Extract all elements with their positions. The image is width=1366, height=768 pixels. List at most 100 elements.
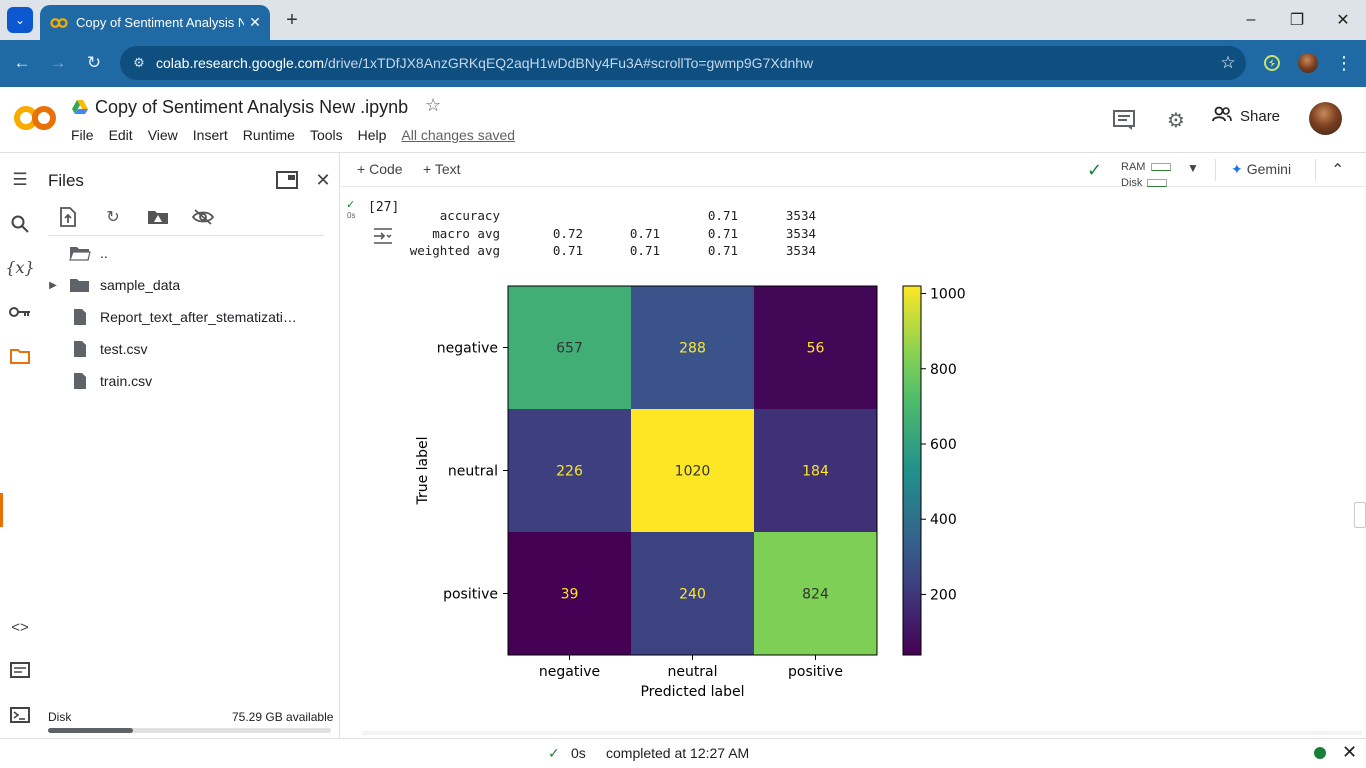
left-rail: ☰ {x} <> xyxy=(0,153,40,738)
colab-logo[interactable] xyxy=(14,105,56,131)
variables-icon[interactable]: {x} xyxy=(5,253,34,281)
share-button[interactable]: Share xyxy=(1212,106,1280,127)
report-row: weighted avg 0.71 0.71 0.71 3534 xyxy=(409,243,816,258)
menu-bar: File Edit View Insert Runtime Tools Help… xyxy=(71,127,530,143)
browser-tab-active[interactable]: Copy of Sentiment Analysis New .ipynb - … xyxy=(40,5,270,40)
cell-value-label: 288 xyxy=(679,341,706,357)
restore-icon[interactable]: ❐ xyxy=(1274,0,1320,40)
settings-gear-icon[interactable]: ⚙ xyxy=(1163,107,1189,133)
file-tree-item[interactable]: test.csv xyxy=(40,335,335,363)
resources-indicator[interactable]: RAM Disk xyxy=(1121,159,1172,191)
colorbar-tick-label: 200 xyxy=(930,587,957,603)
connected-check-icon: ✓ xyxy=(1087,160,1103,180)
cell-value-label: 1020 xyxy=(675,464,711,480)
menu-edit[interactable]: Edit xyxy=(109,127,133,143)
file-tree-item[interactable]: .. xyxy=(40,239,335,267)
report-row: macro avg 0.72 0.71 0.71 3534 xyxy=(432,225,816,241)
toolbar-divider xyxy=(1215,159,1216,181)
menu-file[interactable]: File xyxy=(71,127,94,143)
reload-icon[interactable]: ↻ xyxy=(82,51,106,75)
menu-help[interactable]: Help xyxy=(358,127,387,143)
active-rail-indicator xyxy=(0,493,3,527)
menu-tools[interactable]: Tools xyxy=(310,127,343,143)
file-tree-item[interactable]: ▶ sample_data xyxy=(40,271,335,299)
command-palette-icon[interactable] xyxy=(6,656,34,684)
y-tick-label: negative xyxy=(437,341,498,357)
comments-icon[interactable] xyxy=(1111,107,1137,133)
folder-open-icon xyxy=(66,243,94,263)
folder-icon xyxy=(66,275,94,295)
close-tab-icon[interactable]: ✕ xyxy=(244,14,266,31)
browser-menu-icon[interactable]: ⋮ xyxy=(1332,51,1356,75)
table-of-contents-icon[interactable]: ☰ xyxy=(6,166,34,194)
forward-icon[interactable]: → xyxy=(46,51,70,75)
google-drive-icon[interactable] xyxy=(72,100,88,114)
cell-value-label: 39 xyxy=(561,587,579,603)
code-snippets-icon[interactable]: <> xyxy=(6,613,34,641)
window-close-icon[interactable]: ✕ xyxy=(1320,0,1366,40)
files-actions: ↻ xyxy=(55,205,235,229)
upload-file-icon[interactable] xyxy=(55,205,81,229)
connection-status-dot xyxy=(1314,747,1326,759)
classification-report: accuracy 0.71 3534 macro avg 0.72 0.71 0… xyxy=(403,208,823,261)
colorbar xyxy=(902,285,922,656)
disk-usage-bar xyxy=(48,728,331,733)
bookmark-star-icon[interactable]: ☆ xyxy=(1210,53,1246,73)
notebook-title[interactable]: Copy of Sentiment Analysis New .ipynb xyxy=(95,97,408,118)
file-icon xyxy=(66,371,94,391)
file-icon xyxy=(66,339,94,359)
runtime-dropdown-icon[interactable]: ▼ xyxy=(1187,161,1199,175)
tab-search-button[interactable]: ⌄ xyxy=(7,7,33,33)
menu-runtime[interactable]: Runtime xyxy=(243,127,295,143)
execution-count: [27] xyxy=(368,200,400,215)
status-message: completed at 12:27 AM xyxy=(606,745,750,761)
profile-icon[interactable] xyxy=(1296,51,1320,75)
files-folder-icon[interactable] xyxy=(6,342,34,370)
open-in-tab-icon[interactable] xyxy=(274,167,300,193)
secrets-key-icon[interactable] xyxy=(6,298,34,326)
disk-label: Disk xyxy=(48,710,72,724)
menu-insert[interactable]: Insert xyxy=(193,127,228,143)
add-text-button[interactable]: + Text xyxy=(423,161,461,177)
confusion-matrix-chart: 657 288 56 226 1020 184 39 240 824 negative neutra… xyxy=(415,285,966,700)
address-bar[interactable]: ⚙ colab.research.google.com/drive/1xTDfJ… xyxy=(120,46,1246,80)
x-tick-label: neutral xyxy=(667,664,717,680)
browser-tabstrip: ⌄ Copy of Sentiment Analysis New .ipynb … xyxy=(0,0,1366,40)
colab-header: Copy of Sentiment Analysis New .ipynb ☆ … xyxy=(0,87,1366,153)
add-code-button[interactable]: + Code xyxy=(357,161,403,177)
file-tree-item[interactable]: Report_text_after_stematizatio... xyxy=(40,303,335,331)
refresh-icon[interactable]: ↻ xyxy=(100,205,126,229)
y-tick-label: positive xyxy=(443,587,498,603)
save-status-link[interactable]: All changes saved xyxy=(401,127,515,143)
notebook-scrollbar[interactable] xyxy=(1354,502,1366,528)
files-panel: Files ✕ ↻ .. ▶ sample_data Report_text_a… xyxy=(40,153,340,738)
minimize-icon[interactable]: – xyxy=(1228,0,1274,40)
account-avatar[interactable] xyxy=(1309,102,1342,135)
people-icon xyxy=(1212,106,1232,127)
share-label: Share xyxy=(1240,108,1281,125)
star-notebook-icon[interactable]: ☆ xyxy=(425,95,441,116)
new-tab-icon[interactable]: + xyxy=(280,8,304,32)
menu-view[interactable]: View xyxy=(148,127,178,143)
expand-caret-icon[interactable]: ▶ xyxy=(40,280,66,291)
cell-divider xyxy=(362,731,1362,735)
status-close-icon[interactable]: ✕ xyxy=(1342,742,1357,763)
url-text[interactable]: colab.research.google.com/drive/1xTDfJX8… xyxy=(156,55,1210,71)
x-tick-label: positive xyxy=(788,664,843,680)
search-icon[interactable] xyxy=(6,210,34,238)
files-divider xyxy=(48,235,324,236)
browser-tab-title: Copy of Sentiment Analysis New .ipynb - … xyxy=(76,15,244,30)
site-info-icon[interactable]: ⚙ xyxy=(122,55,156,71)
close-panel-icon[interactable]: ✕ xyxy=(310,167,336,193)
cell-run-success-icon: ✓ xyxy=(346,199,356,211)
extension-icon[interactable] xyxy=(1260,51,1284,75)
file-tree-item[interactable]: train.csv xyxy=(40,367,335,395)
collapse-toolbar-icon[interactable]: ⌃ xyxy=(1331,160,1344,180)
gemini-button[interactable]: ✦ Gemini xyxy=(1231,161,1291,178)
x-tick-label: negative xyxy=(539,664,600,680)
hide-files-icon[interactable] xyxy=(190,205,216,229)
back-icon[interactable]: ← xyxy=(10,51,34,75)
mount-drive-icon[interactable] xyxy=(145,205,171,229)
terminal-icon[interactable] xyxy=(6,701,34,729)
output-actions-icon[interactable] xyxy=(372,227,394,245)
